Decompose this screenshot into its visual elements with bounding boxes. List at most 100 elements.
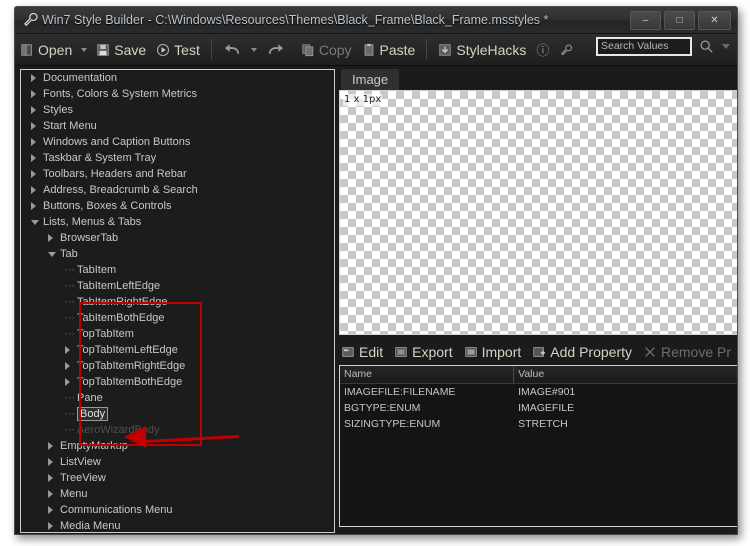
chevron-right-icon[interactable]: [48, 522, 53, 530]
window-title: Win7 Style Builder - C:\Windows\Resource…: [42, 13, 549, 27]
tree-item-body[interactable]: ⋯ Body: [21, 406, 334, 422]
copy-button[interactable]: Copy: [296, 37, 357, 62]
property-toolbar: Edit Export Import Add Property Remove P…: [337, 340, 737, 363]
tree-item-address-breadcrumb-search[interactable]: Address, Breadcrumb & Search: [21, 182, 334, 198]
chevron-right-icon[interactable]: [48, 506, 53, 514]
style-tree-panel[interactable]: Documentation Fonts, Colors & System Metr…: [20, 69, 335, 533]
tree-item-listview[interactable]: ListView: [21, 454, 334, 470]
tab-image[interactable]: Image: [341, 69, 400, 90]
edit-icon: [342, 346, 354, 357]
search-input[interactable]: Search Values: [596, 37, 692, 56]
table-row[interactable]: IMAGEFILE:FILENAME IMAGE#901: [340, 384, 737, 400]
column-header-value[interactable]: Value: [514, 366, 737, 383]
save-button[interactable]: Save: [91, 37, 151, 62]
chevron-right-icon[interactable]: [65, 362, 70, 370]
export-button[interactable]: Export: [394, 343, 453, 360]
image-preview-canvas[interactable]: 1 x 1px: [339, 90, 737, 335]
tree-item-label: AeroWizardBody: [77, 424, 160, 436]
tree-connector-icon: ⋯: [64, 296, 75, 308]
tree-item-tabitemrightedge[interactable]: ⋯ TabItemRightEdge: [21, 294, 334, 310]
tree-item-tabitemleftedge[interactable]: ⋯ TabItemLeftEdge: [21, 278, 334, 294]
undo-dropdown-caret[interactable]: [250, 47, 257, 52]
chevron-right-icon[interactable]: [65, 346, 70, 354]
tree-item-start-menu[interactable]: Start Menu: [21, 118, 334, 134]
test-button[interactable]: Test: [151, 37, 205, 62]
chevron-right-icon[interactable]: [31, 90, 36, 98]
info-button[interactable]: ⓘ: [531, 37, 554, 62]
tree-item-tabitem[interactable]: ⋯ TabItem: [21, 262, 334, 278]
add-property-button[interactable]: Add Property: [532, 344, 632, 360]
tree-item-label: Media Menu: [60, 520, 121, 532]
remove-icon: [645, 346, 655, 357]
edit-button[interactable]: Edit: [341, 344, 383, 360]
chevron-right-icon[interactable]: [31, 74, 36, 82]
tree-item-pane[interactable]: ⋯ Pane: [21, 390, 334, 406]
tree-item-windows-and-caption-buttons[interactable]: Windows and Caption Buttons: [21, 134, 334, 150]
chevron-right-icon[interactable]: [48, 474, 53, 482]
tree-item-label: Windows and Caption Buttons: [43, 136, 191, 148]
chevron-right-icon[interactable]: [31, 186, 36, 194]
tree-item-aerowizardbody[interactable]: ⋯ AeroWizardBody: [21, 422, 334, 438]
chevron-right-icon[interactable]: [48, 458, 53, 466]
chevron-right-icon[interactable]: [31, 170, 36, 178]
tree-item-toolbars-headers-and-rebar[interactable]: Toolbars, Headers and Rebar: [21, 166, 334, 182]
import-button[interactable]: Import: [464, 344, 521, 360]
minimize-button[interactable]: –: [630, 11, 661, 30]
chevron-right-icon[interactable]: [48, 442, 53, 450]
export-icon: [395, 346, 407, 357]
close-button[interactable]: ✕: [698, 11, 731, 30]
search-dropdown-caret[interactable]: [722, 44, 730, 49]
settings-button[interactable]: [554, 37, 578, 62]
tree-item-styles[interactable]: Styles: [21, 102, 334, 118]
tree-item-toptabitem[interactable]: ⋯ TopTabItem: [21, 326, 334, 342]
tree-item-taskbar-system-tray[interactable]: Taskbar & System Tray: [21, 150, 334, 166]
chevron-right-icon[interactable]: [31, 122, 36, 130]
redo-button[interactable]: [261, 37, 290, 62]
column-header-name[interactable]: Name: [340, 366, 515, 383]
tree-item-communications-menu[interactable]: Communications Menu: [21, 502, 334, 518]
tree-item-toptabitemleftedge[interactable]: TopTabItemLeftEdge: [21, 342, 334, 358]
chevron-right-icon[interactable]: [31, 138, 36, 146]
chevron-right-icon[interactable]: [65, 378, 70, 386]
tree-item-lists-menus-tabs[interactable]: Lists, Menus & Tabs: [21, 214, 334, 230]
paste-button[interactable]: Paste: [357, 37, 421, 62]
tree-item-label: ListView: [60, 456, 101, 468]
table-row[interactable]: SIZINGTYPE:ENUM STRETCH: [340, 416, 737, 432]
tree-item-tabitembothedge[interactable]: ⋯ TabItemBothEdge: [21, 310, 334, 326]
chevron-down-icon[interactable]: [48, 252, 56, 257]
add-property-label: Add Property: [550, 343, 632, 360]
chevron-right-icon[interactable]: [31, 202, 36, 210]
tree-item-treeview[interactable]: TreeView: [21, 470, 334, 486]
tree-item-menu[interactable]: Menu: [21, 486, 334, 502]
export-label: Export: [412, 343, 453, 360]
maximize-button[interactable]: □: [664, 11, 695, 30]
wrench-icon: [24, 12, 38, 27]
tree-item-buttons-boxes-controls[interactable]: Buttons, Boxes & Controls: [21, 198, 334, 214]
tree-item-browsertab[interactable]: BrowserTab: [21, 230, 334, 246]
open-button[interactable]: Open: [15, 37, 77, 62]
property-grid[interactable]: Name Value IMAGEFILE:FILENAME IMAGE#901 BGT…: [339, 365, 737, 527]
tree-item-tab[interactable]: Tab: [21, 246, 334, 262]
chevron-right-icon[interactable]: [48, 490, 53, 498]
tree-item-toptabitemrightedge[interactable]: TopTabItemRightEdge: [21, 358, 334, 374]
preview-panel: Image 1 x 1px Edit Export Import Add Pro…: [337, 69, 737, 531]
stylehacks-button[interactable]: StyleHacks: [433, 37, 531, 62]
undo-button[interactable]: [218, 37, 247, 62]
chevron-down-icon[interactable]: [31, 220, 39, 225]
cell-name: SIZINGTYPE:ENUM: [344, 418, 441, 430]
tree-item-documentation[interactable]: Documentation: [21, 70, 334, 86]
table-row[interactable]: BGTYPE:ENUM IMAGEFILE: [340, 400, 737, 416]
open-dropdown-caret[interactable]: [81, 47, 88, 52]
tree-item-media-menu[interactable]: Media Menu: [21, 518, 334, 532]
search-icon[interactable]: [699, 39, 714, 54]
search-area: Search Values: [596, 37, 730, 56]
chevron-right-icon[interactable]: [31, 154, 36, 162]
remove-property-button[interactable]: Remove Pr: [643, 344, 731, 360]
tree-item-fonts-colors-system-metrics[interactable]: Fonts, Colors & System Metrics: [21, 86, 334, 102]
play-icon: [157, 43, 170, 56]
tree-item-toptabitembothedge[interactable]: TopTabItemBothEdge: [21, 374, 334, 390]
chevron-right-icon[interactable]: [31, 106, 36, 114]
chevron-right-icon[interactable]: [48, 234, 53, 242]
style-tree[interactable]: Documentation Fonts, Colors & System Metr…: [21, 70, 334, 532]
property-grid-body[interactable]: IMAGEFILE:FILENAME IMAGE#901 BGTYPE:ENUM IM…: [340, 384, 737, 432]
